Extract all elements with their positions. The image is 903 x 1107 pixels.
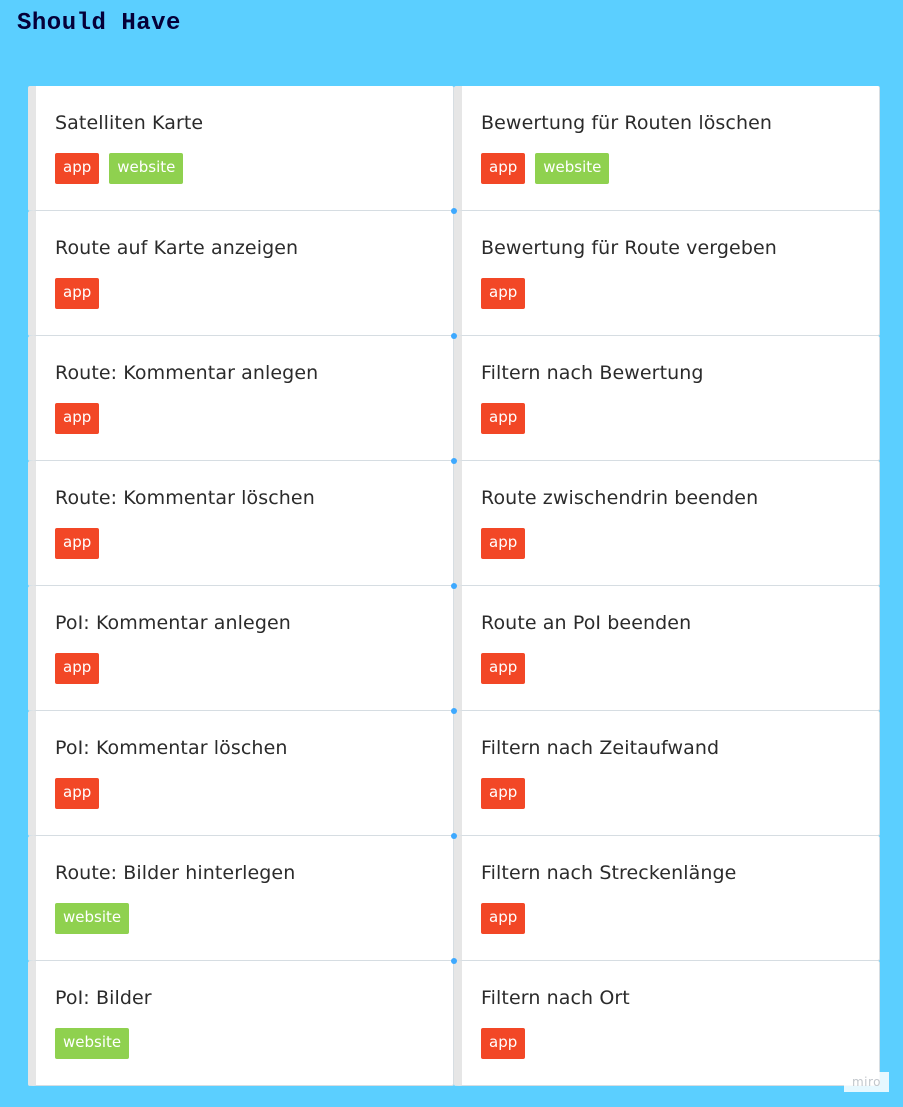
card-tags: app: [481, 403, 879, 434]
sticky-card[interactable]: Route: Kommentar anlegen app: [28, 336, 454, 461]
tag-app[interactable]: app: [481, 153, 526, 184]
tag-app[interactable]: app: [55, 403, 100, 434]
card-title: PoI: Kommentar löschen: [55, 737, 288, 759]
card-tags: app: [55, 403, 453, 434]
card-title: PoI: Bilder: [55, 987, 152, 1009]
tag-app[interactable]: app: [481, 403, 526, 434]
card-title: Filtern nach Streckenlänge: [481, 862, 737, 884]
card-tags: app: [55, 278, 453, 309]
tag-app[interactable]: app: [481, 903, 526, 934]
sticky-card[interactable]: PoI: Kommentar löschen app: [28, 711, 454, 836]
sticky-card[interactable]: PoI: Kommentar anlegen app: [28, 586, 454, 711]
sticky-card[interactable]: Route an PoI beenden app: [454, 586, 880, 711]
sticky-card[interactable]: Filtern nach Zeitaufwand app: [454, 711, 880, 836]
sticky-card[interactable]: Filtern nach Ort app: [454, 961, 880, 1086]
connector-dot: [451, 208, 457, 214]
card-title: Satelliten Karte: [55, 112, 204, 134]
sticky-card[interactable]: Satelliten Karte app website: [28, 86, 454, 211]
connector-dot: [451, 958, 457, 964]
tag-app[interactable]: app: [55, 653, 100, 684]
tag-app[interactable]: app: [481, 1028, 526, 1059]
tag-app[interactable]: app: [55, 153, 100, 184]
card-title: Filtern nach Ort: [481, 987, 630, 1009]
card-tags: app: [481, 278, 879, 309]
sticky-card[interactable]: Route: Bilder hinterlegen website: [28, 836, 454, 961]
card-title: Filtern nach Zeitaufwand: [481, 737, 720, 759]
tag-app[interactable]: app: [55, 778, 100, 809]
sticky-card[interactable]: Route auf Karte anzeigen app: [28, 211, 454, 336]
card-title: PoI: Kommentar anlegen: [55, 612, 291, 634]
tag-app[interactable]: app: [481, 653, 526, 684]
card-tags: app website: [481, 153, 879, 184]
sticky-card[interactable]: Filtern nach Streckenlänge app: [454, 836, 880, 961]
tag-app[interactable]: app: [55, 528, 100, 559]
tag-website[interactable]: website: [109, 153, 184, 184]
card-title: Route zwischendrin beenden: [481, 487, 759, 509]
card-tags: app: [55, 653, 453, 684]
connector-dot: [451, 458, 457, 464]
card-tags: app: [55, 778, 453, 809]
card-tags: app: [481, 903, 879, 934]
sticky-card[interactable]: Filtern nach Bewertung app: [454, 336, 880, 461]
card-tags: app: [481, 653, 879, 684]
card-title: Route: Kommentar löschen: [55, 487, 315, 509]
card-tags: website: [55, 903, 453, 934]
sticky-card[interactable]: Route: Kommentar löschen app: [28, 461, 454, 586]
card-tags: app: [481, 778, 879, 809]
sticky-card[interactable]: Bewertung für Routen löschen app website: [454, 86, 880, 211]
tag-app[interactable]: app: [481, 778, 526, 809]
tag-app[interactable]: app: [55, 278, 100, 309]
card-title: Route: Kommentar anlegen: [55, 362, 319, 384]
card-title: Filtern nach Bewertung: [481, 362, 704, 384]
miro-watermark: miro: [843, 1072, 889, 1092]
tag-app[interactable]: app: [481, 528, 526, 559]
tag-website[interactable]: website: [55, 1028, 130, 1059]
card-title: Route: Bilder hinterlegen: [55, 862, 296, 884]
card-title: Route auf Karte anzeigen: [55, 237, 299, 259]
tag-website[interactable]: website: [535, 153, 610, 184]
connector-dot: [451, 833, 457, 839]
card-title: Bewertung für Route vergeben: [481, 237, 777, 259]
frame-title: Should Have: [17, 10, 181, 37]
connector-dot: [451, 583, 457, 589]
tag-website[interactable]: website: [55, 903, 130, 934]
card-tags: app website: [55, 153, 453, 184]
connector-dot: [451, 333, 457, 339]
card-tags: app: [55, 528, 453, 559]
card-title: Route an PoI beenden: [481, 612, 692, 634]
card-tags: app: [481, 1028, 879, 1059]
card-tags: app: [481, 528, 879, 559]
connector-dot: [451, 708, 457, 714]
sticky-card[interactable]: PoI: Bilder website: [28, 961, 454, 1086]
card-title: Bewertung für Routen löschen: [481, 112, 773, 134]
tag-app[interactable]: app: [481, 278, 526, 309]
card-tags: website: [55, 1028, 453, 1059]
sticky-card[interactable]: Bewertung für Route vergeben app: [454, 211, 880, 336]
sticky-card[interactable]: Route zwischendrin beenden app: [454, 461, 880, 586]
